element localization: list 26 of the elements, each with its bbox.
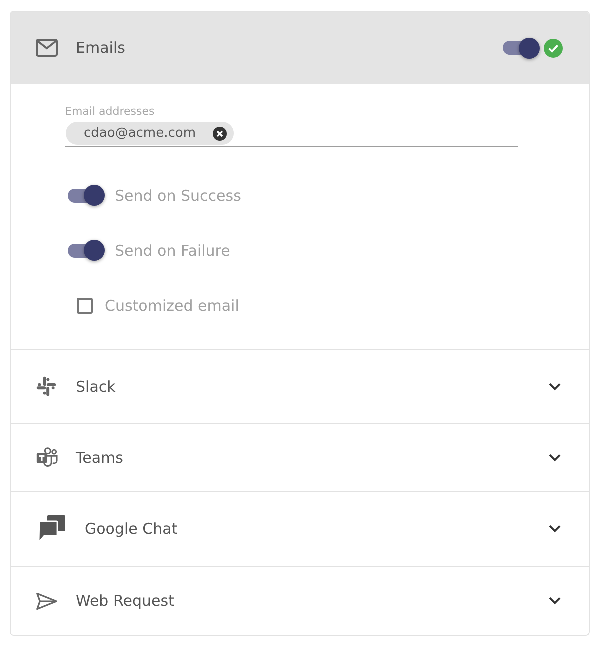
checkbox[interactable]: [77, 298, 93, 314]
option-label: Customized email: [105, 296, 240, 314]
chat-bubbles-icon: [38, 515, 66, 543]
team-icon: [36, 446, 58, 468]
field-label: Email addresses: [65, 105, 156, 119]
toggle-switch[interactable]: [67, 240, 105, 261]
toggle-switch[interactable]: [67, 185, 105, 206]
paper-plane-icon: [36, 592, 58, 610]
channel-name: Google Chat: [85, 520, 178, 538]
option-label: Send on Success: [115, 186, 242, 204]
channel-name: Teams: [76, 448, 124, 466]
chevron-down-icon[interactable]: [549, 454, 561, 462]
envelope-icon: [36, 39, 58, 57]
option-label: Send on Failure: [115, 242, 230, 260]
hashtag-logo-icon: [36, 376, 57, 397]
email-input-field[interactable]: Email addresses cdao@acme.com: [65, 105, 518, 147]
channel-name: Emails: [76, 39, 126, 57]
remove-icon[interactable]: [213, 126, 227, 140]
channel-name: Web Request: [76, 592, 174, 610]
chevron-down-icon[interactable]: [549, 525, 561, 533]
channel-name: Slack: [76, 378, 116, 396]
chevron-down-icon[interactable]: [549, 382, 561, 390]
chevron-down-icon[interactable]: [549, 597, 561, 605]
channel-header[interactable]: Emails: [11, 12, 589, 84]
email-chip[interactable]: cdao@acme.com: [66, 122, 234, 145]
toggle-switch[interactable]: [502, 38, 540, 58]
